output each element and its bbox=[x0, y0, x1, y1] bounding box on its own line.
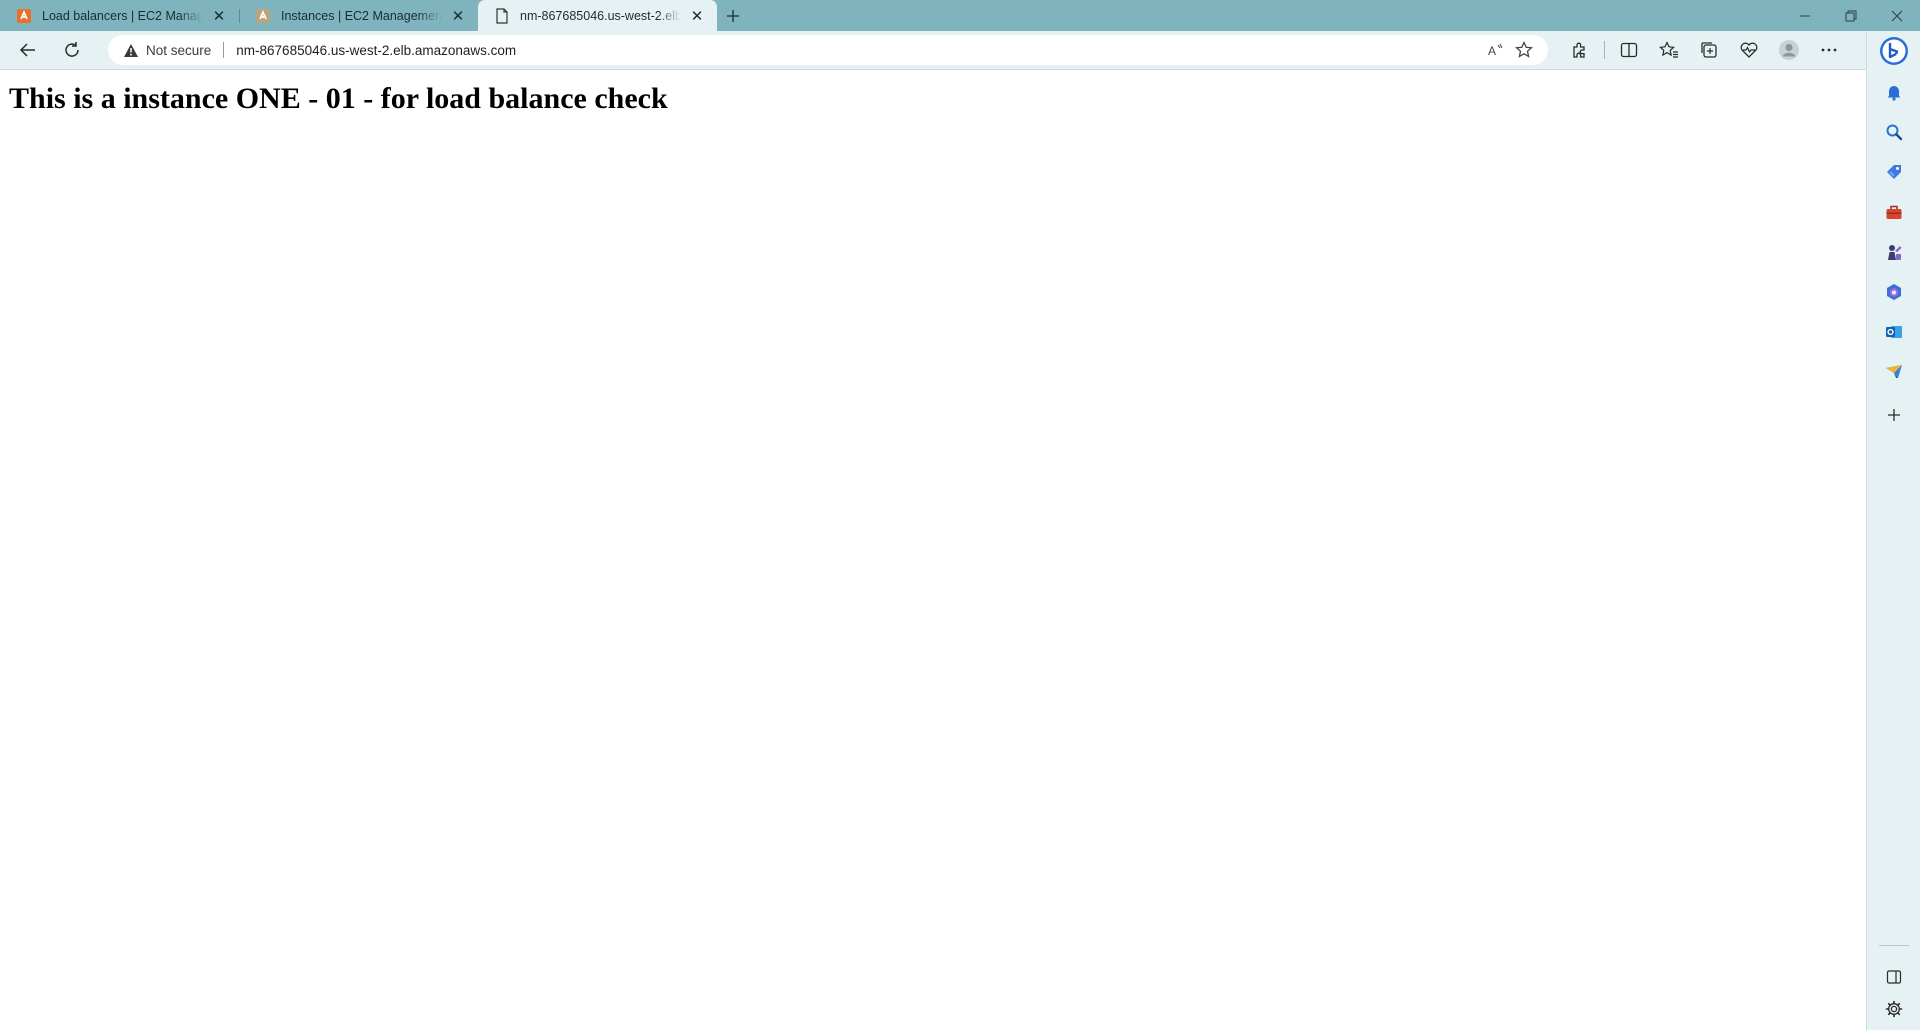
split-screen-icon bbox=[1620, 42, 1638, 58]
extensions-button[interactable] bbox=[1560, 34, 1600, 66]
refresh-button[interactable] bbox=[56, 34, 88, 66]
collections-button[interactable] bbox=[1689, 34, 1729, 66]
address-bar[interactable]: Not secure nm-867685046.us-west-2.elb.am… bbox=[108, 35, 1548, 65]
page-icon bbox=[494, 7, 510, 24]
warning-icon[interactable] bbox=[122, 41, 140, 59]
tab-title: Load balancers | EC2 Management Console bbox=[42, 8, 203, 23]
address-divider bbox=[223, 42, 225, 58]
add-sidebar-app-button[interactable] bbox=[1867, 397, 1920, 433]
toolbar-divider bbox=[1604, 41, 1605, 59]
bing-icon bbox=[1880, 37, 1908, 65]
microsoft-365-icon bbox=[1887, 284, 1901, 300]
more-menu-button[interactable] bbox=[1809, 34, 1849, 66]
tab-elb-page[interactable]: nm-867685046.us-west-2.elb.amazonaws.com… bbox=[478, 0, 717, 31]
browser-toolbar: Not secure nm-867685046.us-west-2.elb.am… bbox=[0, 31, 1866, 70]
minimize-button[interactable] bbox=[1782, 0, 1828, 31]
svg-text:A: A bbox=[1488, 44, 1496, 58]
close-icon[interactable]: ✕ bbox=[448, 6, 468, 26]
aws-ec2-icon bbox=[16, 8, 32, 24]
outlook-button[interactable] bbox=[1867, 314, 1920, 350]
close-icon bbox=[1891, 10, 1903, 21]
back-button[interactable] bbox=[12, 34, 44, 66]
toolbox-icon bbox=[1886, 205, 1902, 219]
search-icon bbox=[1886, 124, 1903, 141]
window-controls bbox=[1782, 0, 1920, 31]
bell-icon bbox=[1887, 86, 1901, 101]
tab-load-balancers[interactable]: Load balancers | EC2 Management Console … bbox=[0, 0, 239, 31]
edge-sidebar bbox=[1866, 31, 1920, 1030]
restore-icon bbox=[1845, 10, 1857, 21]
security-label[interactable]: Not secure bbox=[146, 43, 211, 58]
microsoft-365-button[interactable] bbox=[1867, 274, 1920, 310]
games-button[interactable] bbox=[1867, 234, 1920, 270]
close-window-button[interactable] bbox=[1874, 0, 1920, 31]
tag-icon bbox=[1887, 165, 1901, 179]
tab-strip: Load balancers | EC2 Management Console … bbox=[0, 0, 1920, 31]
back-arrow-icon bbox=[19, 43, 35, 57]
tab-title: nm-867685046.us-west-2.elb.amazonaws.com bbox=[520, 8, 681, 23]
collections-icon bbox=[1701, 42, 1717, 58]
outlook-icon bbox=[1886, 326, 1902, 338]
ellipsis-icon bbox=[1821, 48, 1837, 52]
restore-button[interactable] bbox=[1828, 0, 1874, 31]
avatar-icon bbox=[1779, 40, 1799, 60]
new-tab-button[interactable] bbox=[717, 0, 749, 31]
plus-icon bbox=[1888, 409, 1900, 421]
puzzle-icon bbox=[1573, 42, 1585, 58]
hide-sidebar-button[interactable] bbox=[1867, 959, 1920, 995]
gear-icon bbox=[1885, 1000, 1903, 1018]
close-icon[interactable]: ✕ bbox=[209, 6, 229, 26]
aws-ec2-icon bbox=[255, 8, 271, 24]
favorites-button[interactable] bbox=[1649, 34, 1689, 66]
page-content: This is a instance ONE - 01 - for load b… bbox=[0, 70, 1866, 1030]
toolbar-actions bbox=[1560, 34, 1849, 66]
sidebar-settings-button[interactable] bbox=[1867, 991, 1920, 1027]
profile-button[interactable] bbox=[1769, 34, 1809, 66]
tab-instances[interactable]: Instances | EC2 Management Console ✕ bbox=[239, 0, 478, 31]
bing-chat-button[interactable] bbox=[1867, 33, 1920, 69]
split-screen-button[interactable] bbox=[1609, 34, 1649, 66]
url-text[interactable]: nm-867685046.us-west-2.elb.amazonaws.com bbox=[236, 43, 1482, 58]
page-heading: This is a instance ONE - 01 - for load b… bbox=[9, 82, 668, 115]
refresh-icon bbox=[65, 42, 79, 57]
chess-piece-icon bbox=[1888, 245, 1902, 260]
favorites-list-icon bbox=[1659, 41, 1678, 58]
heart-pulse-icon bbox=[1740, 42, 1758, 58]
sidebar-panel-icon bbox=[1886, 970, 1902, 984]
read-aloud-icon[interactable]: A bbox=[1482, 36, 1510, 64]
browser-essentials-button[interactable] bbox=[1729, 34, 1769, 66]
shopping-button[interactable] bbox=[1867, 154, 1920, 190]
notifications-button[interactable] bbox=[1867, 74, 1920, 110]
tools-button[interactable] bbox=[1867, 194, 1920, 230]
sidebar-divider bbox=[1879, 945, 1909, 946]
favorite-star-icon[interactable] bbox=[1510, 36, 1538, 64]
tab-title: Instances | EC2 Management Console bbox=[281, 8, 442, 23]
plus-icon bbox=[727, 9, 739, 22]
drop-button[interactable] bbox=[1867, 354, 1920, 390]
close-icon[interactable]: ✕ bbox=[687, 6, 707, 26]
search-button[interactable] bbox=[1867, 114, 1920, 150]
minimize-icon bbox=[1800, 15, 1810, 16]
send-plane-icon bbox=[1886, 365, 1902, 378]
